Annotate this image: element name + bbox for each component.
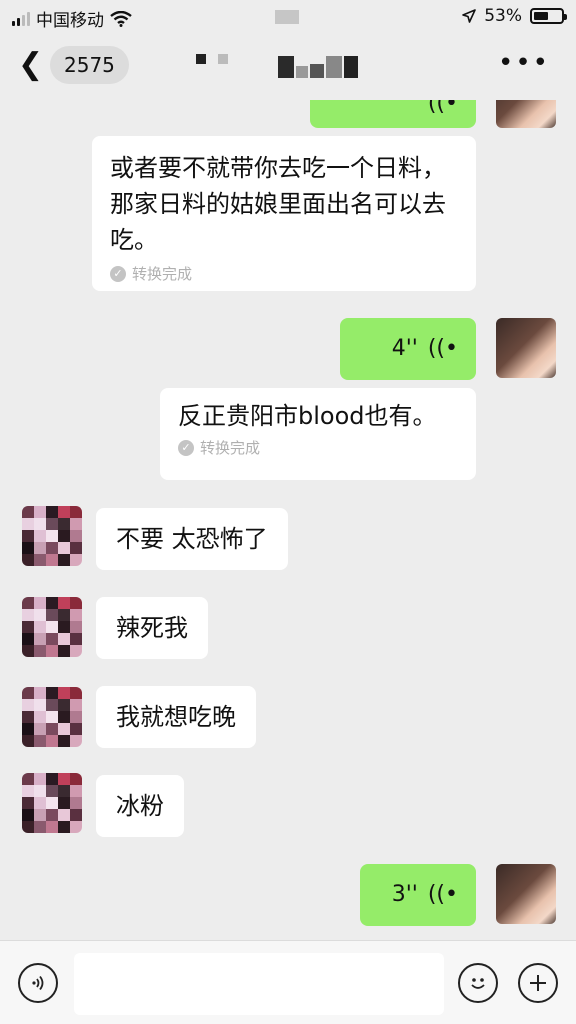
voice-content: 4'' ((• <box>340 318 476 380</box>
my-avatar[interactable] <box>496 318 556 378</box>
wifi-icon <box>110 10 132 27</box>
conversion-status-label: 转换完成 <box>132 265 193 283</box>
battery-level <box>534 12 548 20</box>
transcription-text: 或者要不就带你去吃一个日料，那家日料的姑娘里面出名可以去吃。 <box>110 154 446 254</box>
incoming-text-bubble[interactable]: 辣死我 <box>96 597 208 659</box>
voice-wave-icon: ((• <box>427 100 458 116</box>
voice-message[interactable]: 3'' ((• <box>360 864 476 926</box>
message-text: 不要 太恐怖了 <box>116 525 268 553</box>
voice-content: 3'' ((• <box>360 864 476 926</box>
transcription-bubble[interactable]: 反正贵阳市blood也有。 ✓ 转换完成 <box>160 388 476 480</box>
incoming-text-bubble[interactable]: 不要 太恐怖了 <box>96 508 288 570</box>
status-bar: 中国移动 53% <box>0 0 576 32</box>
unread-count-badge[interactable]: 2575 <box>50 46 129 84</box>
signal-icon <box>12 11 30 26</box>
check-icon: ✓ <box>110 266 126 282</box>
my-avatar[interactable] <box>496 864 556 924</box>
chat-title <box>196 54 228 64</box>
contact-avatar[interactable] <box>22 773 82 833</box>
incoming-text-bubble[interactable]: 我就想吃晚 <box>96 686 256 748</box>
incoming-text-bubble[interactable]: 冰粉 <box>96 775 184 837</box>
voice-message[interactable]: ((• <box>310 100 476 128</box>
message-text: 我就想吃晚 <box>116 703 236 731</box>
voice-duration: 4'' <box>391 336 418 361</box>
contact-avatar[interactable] <box>22 506 82 566</box>
voice-duration: 3'' <box>391 882 418 907</box>
pixelated-time <box>275 10 299 24</box>
message-text: 辣死我 <box>116 614 188 642</box>
location-icon <box>462 9 477 23</box>
back-chevron-icon[interactable]: ❮ <box>18 50 43 80</box>
contact-avatar[interactable] <box>22 687 82 747</box>
more-options-button[interactable]: ••• <box>498 48 550 78</box>
conversion-status-label: 转换完成 <box>200 439 261 457</box>
status-right: 53% <box>462 6 567 26</box>
plus-icon[interactable] <box>518 963 558 1003</box>
transcription-text: 反正贵阳市blood也有。 <box>178 402 437 430</box>
emoji-icon[interactable] <box>458 963 498 1003</box>
battery-percent: 53% <box>484 6 522 26</box>
input-bar <box>0 940 576 1024</box>
my-avatar[interactable] <box>496 100 556 128</box>
contact-avatar[interactable] <box>22 597 82 657</box>
message-list[interactable]: ((• 或者要不就带你去吃一个日料，那家日料的姑娘里面出名可以去吃。 ✓ 转换完… <box>0 100 576 940</box>
conversion-status: ✓ 转换完成 <box>110 264 458 284</box>
message-text: 冰粉 <box>116 792 164 820</box>
check-icon: ✓ <box>178 440 194 456</box>
voice-input-icon[interactable] <box>18 963 58 1003</box>
voice-message[interactable]: 4'' ((• <box>340 318 476 380</box>
chat-header: ❮ 2575 ••• <box>0 32 576 100</box>
chat-title-pixelated <box>278 56 358 78</box>
voice-wave-icon: ((• <box>427 336 458 361</box>
voice-wave-icon: ((• <box>427 882 458 907</box>
voice-content: ((• <box>310 100 476 128</box>
battery-icon <box>530 8 567 24</box>
carrier-label: 中国移动 <box>36 11 104 31</box>
status-left: 中国移动 <box>12 6 132 31</box>
message-input[interactable] <box>74 953 444 1015</box>
conversion-status: ✓ 转换完成 <box>178 438 458 458</box>
transcription-bubble[interactable]: 或者要不就带你去吃一个日料，那家日料的姑娘里面出名可以去吃。 ✓ 转换完成 <box>92 136 476 291</box>
